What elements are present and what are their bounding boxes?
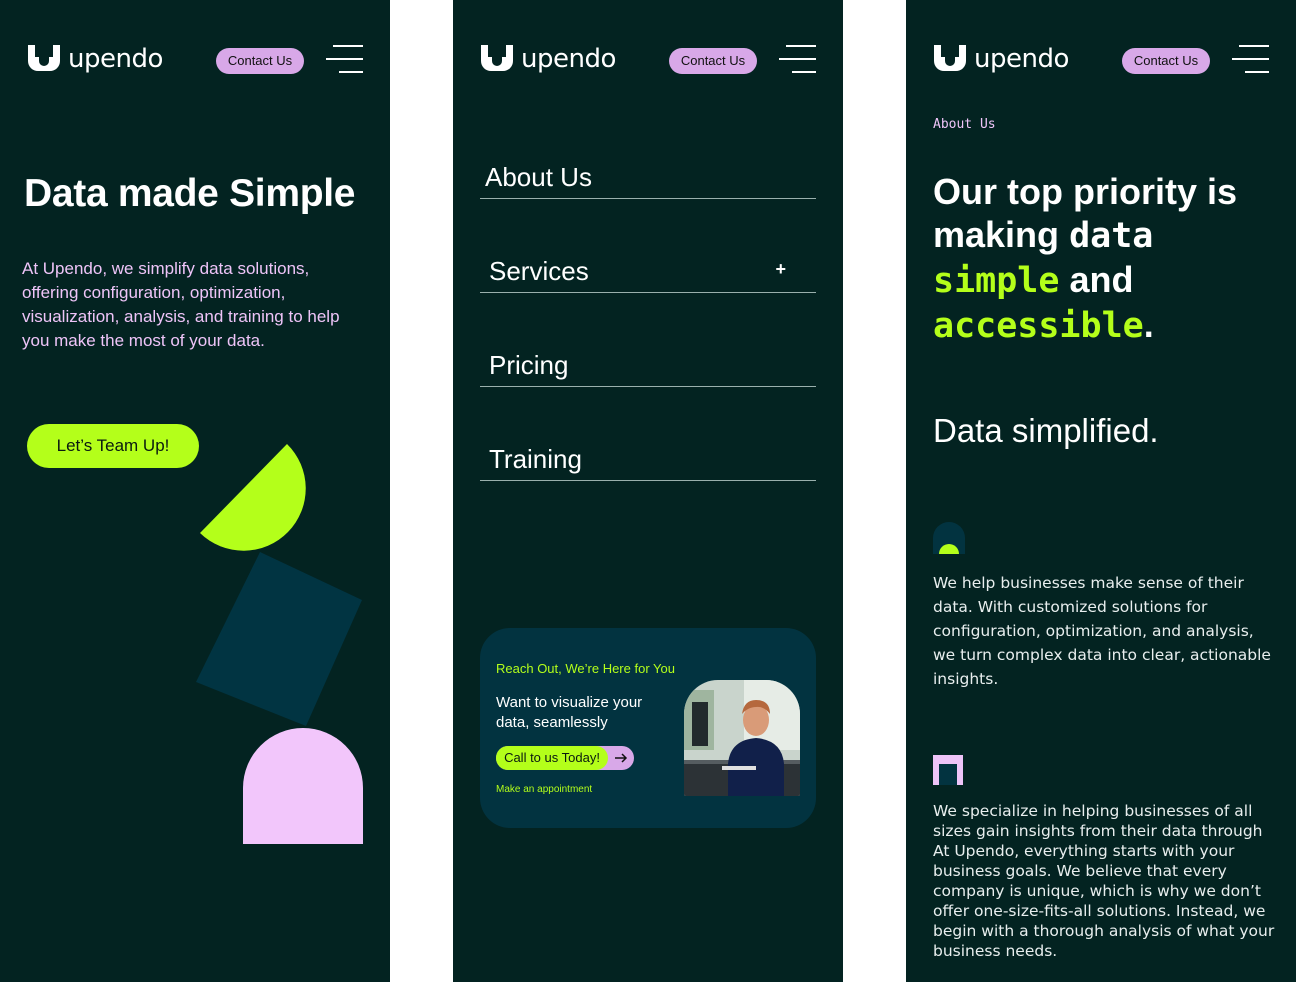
logo[interactable]: upendo [934,44,1069,74]
nav-item-about-us[interactable]: About Us [480,150,816,199]
appointment-link[interactable]: Make an appointment [496,784,592,795]
headline-part: and [1069,259,1134,300]
nav-item-label: Training [489,444,582,474]
nav-item-training[interactable]: Training [480,432,816,481]
half-circle-shape [200,444,306,551]
nav-item-pricing[interactable]: Pricing [480,338,816,387]
contact-card: Reach Out, We’re Here for You Want to vi… [480,628,816,828]
decorative-shapes [196,444,363,844]
contact-us-button[interactable]: Contact Us [216,48,304,74]
upendo-logo-icon [481,45,513,71]
home-screen: upendo Contact Us Data made Simple At Up… [0,0,390,982]
headline-word-simple: simple [933,261,1060,301]
call-button-label: Call to us Today! [496,746,608,770]
nav-item-label: Services [489,256,589,286]
about-paragraph-2: We specialize in helping businesses of a… [933,802,1275,960]
arrow-right-icon [615,753,628,763]
person-at-desk-image [684,680,800,796]
contact-us-button[interactable]: Contact Us [1122,48,1210,74]
menu-screen: upendo Contact Us About Us Services + Pr… [453,0,843,982]
hamburger-menu-icon[interactable] [326,45,363,75]
arch-shape [243,728,363,844]
square-shape [196,552,362,726]
card-kicker: Reach Out, We’re Here for You [496,661,675,676]
section-subtitle: Data simplified. [933,412,1159,449]
upendo-logo-icon [934,45,966,71]
arch-dot-icon [933,522,965,554]
logo-text: upendo [68,44,163,74]
headline-period: . [1143,304,1154,345]
page-title: Data made Simple [24,172,356,215]
headline-word-accessible: accessible [933,306,1144,346]
nav-item-services[interactable]: Services + [480,244,816,293]
about-headline: Our top priority is making data simple a… [933,170,1263,348]
nav-item-label: About Us [485,162,592,192]
intro-text: At Upendo, we simplify data solutions, o… [22,259,340,350]
card-title: Want to visualize your data, seamlessly [496,694,643,731]
about-paragraph-1: We help businesses make sense of their d… [933,574,1271,688]
nav-item-label: Pricing [489,350,569,380]
upendo-logo-icon [28,45,60,71]
contact-us-button[interactable]: Contact Us [669,48,757,74]
headline-word-data: data [1069,216,1154,256]
logo-text: upendo [521,44,616,74]
section-eyebrow: About Us [933,117,996,132]
expand-plus-icon[interactable]: + [775,260,786,278]
logo-text: upendo [974,44,1069,74]
hamburger-menu-icon[interactable] [1232,45,1269,75]
logo[interactable]: upendo [28,44,163,74]
logo[interactable]: upendo [481,44,616,74]
frame-square-icon [933,755,963,785]
hamburger-menu-icon[interactable] [779,45,816,75]
team-up-button[interactable]: Let’s Team Up! [27,424,199,468]
about-screen: upendo Contact Us About Us Our top prior… [906,0,1296,982]
call-today-button[interactable]: Call to us Today! [496,746,634,770]
